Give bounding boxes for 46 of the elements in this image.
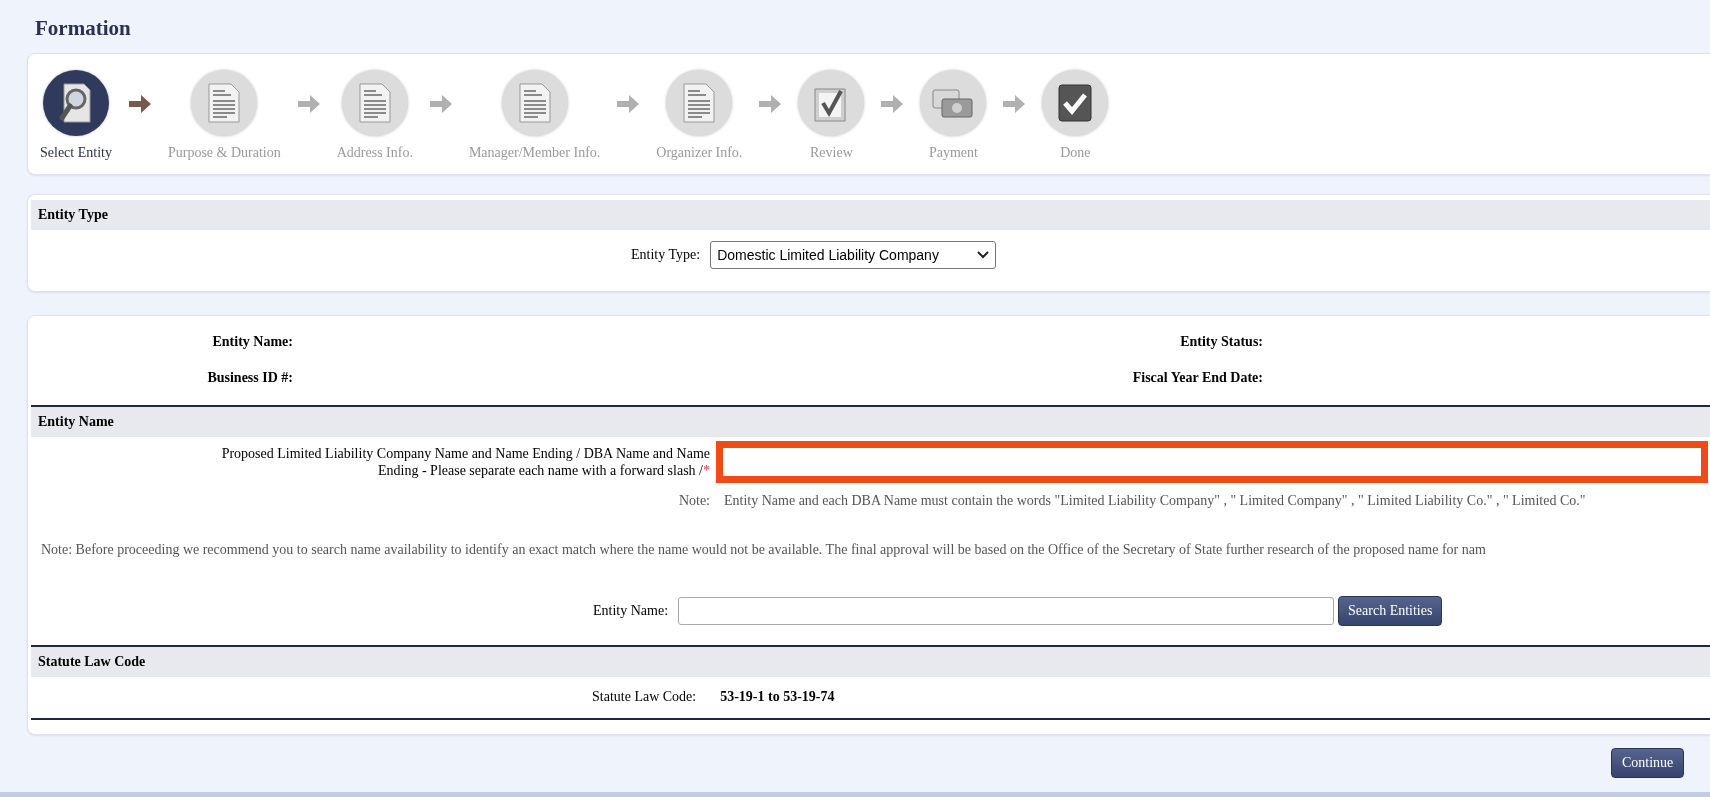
cards-cash-icon xyxy=(932,87,975,119)
arrow-icon xyxy=(428,94,453,114)
step-circle[interactable] xyxy=(42,70,109,136)
step-label[interactable]: Address Info. xyxy=(336,145,413,161)
arrow-icon xyxy=(880,94,905,114)
arrow-icon xyxy=(1002,94,1027,114)
field-label: Entity Name: xyxy=(593,603,669,619)
step-circle[interactable] xyxy=(1042,70,1109,136)
continue-button[interactable]: Continue xyxy=(1611,748,1685,778)
note-text: Entity Name and each DBA Name must contain the words "Limited Liability Company" , " Limited Company" , " Limited Liability Co." , " Limited Co." xyxy=(724,493,1586,509)
field-label: Statute Law Code: xyxy=(592,689,697,705)
step-label[interactable]: Select Entity xyxy=(40,145,112,161)
arrow-icon xyxy=(127,94,152,114)
availability-note: Note: Before proceeding we recommend you to search name availability to identify an exact match where the name would not be available. The final approval will be based on the Office of the Secretary of State further research of the proposed name for nam xyxy=(41,542,1487,558)
info-label: Entity Status: xyxy=(1179,334,1263,350)
section-header: Entity Type xyxy=(31,200,1710,230)
checkbox-icon xyxy=(1057,83,1094,123)
step-label[interactable]: Review xyxy=(810,145,853,161)
note-label: Note: xyxy=(677,493,710,509)
arrow-icon xyxy=(616,94,641,114)
step-label[interactable]: Manager/Member Info. xyxy=(468,145,601,161)
entity-type-dropdown[interactable]: Domestic Limited Liability Company xyxy=(710,241,997,269)
step-circle[interactable] xyxy=(798,70,865,136)
entity-name-search-field[interactable] xyxy=(678,597,1335,625)
page-title: Formation xyxy=(34,15,131,42)
step-label[interactable]: Purpose & Duration xyxy=(167,145,281,161)
document-icon xyxy=(207,83,242,123)
step-label[interactable]: Organizer Info. xyxy=(656,145,743,161)
field-label: Entity Type: xyxy=(631,247,701,263)
info-label: Business ID #: xyxy=(206,370,293,386)
info-label: Fiscal Year End Date: xyxy=(1131,370,1263,386)
entity-name-input[interactable] xyxy=(716,441,1708,483)
arrow-icon xyxy=(296,94,321,114)
step-label[interactable]: Payment xyxy=(928,145,978,161)
document-icon xyxy=(517,83,552,123)
document-icon xyxy=(357,83,392,123)
arrow-icon xyxy=(758,94,783,114)
step-label[interactable]: Done xyxy=(1060,145,1091,161)
document-icon xyxy=(682,83,717,123)
section-header: Entity Name xyxy=(31,407,1710,437)
info-label: Entity Name: xyxy=(211,334,293,350)
statute-value: 53-19-1 to 53-19-74 xyxy=(720,689,835,705)
chevron-down-icon xyxy=(977,251,990,259)
section-header: Statute Law Code xyxy=(31,647,1710,677)
field-label: Proposed Limited Liability Company Name and Name Ending / DBA Name and Name Ending - Please separate each name with a forward slash /* xyxy=(220,445,710,479)
search-entities-button[interactable]: Search Entities xyxy=(1338,596,1443,626)
